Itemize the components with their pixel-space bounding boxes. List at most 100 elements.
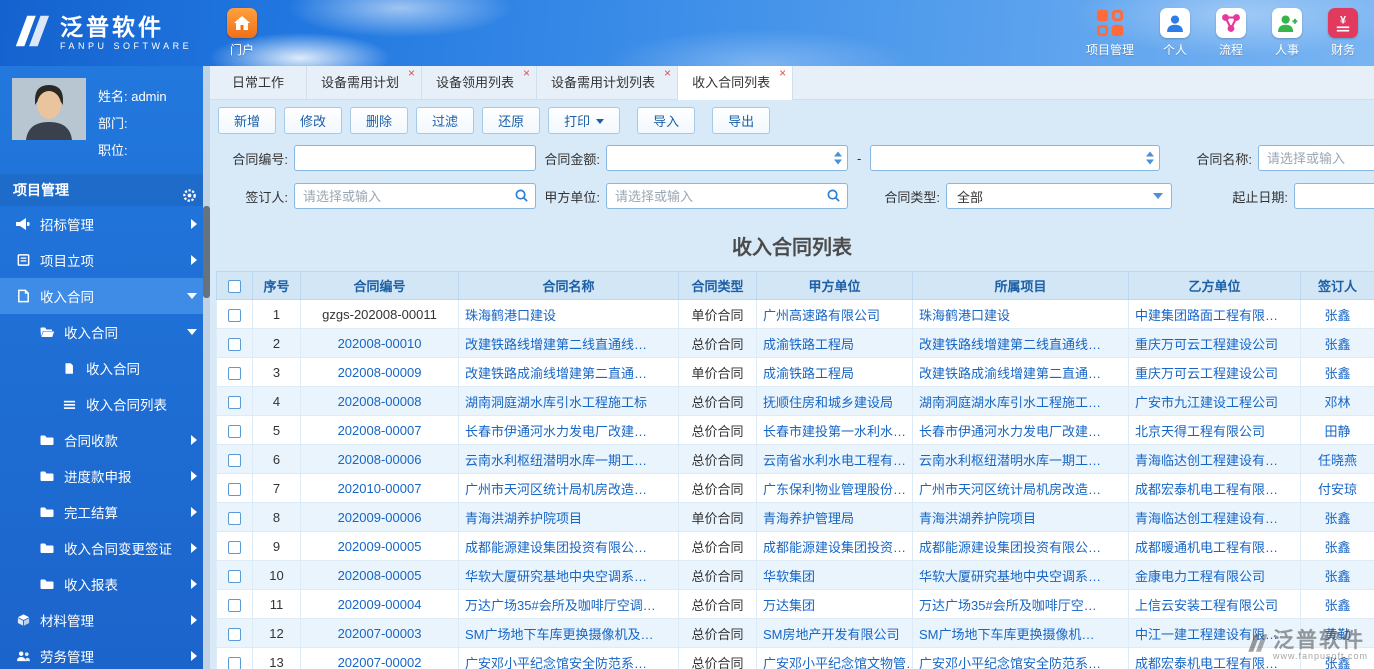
cell-name[interactable]: 改建铁路成渝线增建第二直通… [465, 366, 647, 381]
cell-name[interactable]: 万达广场35#会所及咖啡厅空调… [465, 598, 656, 613]
tab-close-icon[interactable]: × [664, 67, 671, 79]
sidebar-item-完工结算[interactable]: 完工结算 [0, 494, 210, 530]
cell-code[interactable]: 202008-00010 [338, 336, 422, 351]
contract-no-input[interactable] [294, 145, 536, 171]
row-checkbox[interactable] [228, 424, 241, 438]
cell-project[interactable]: 长春市伊通河水力发电厂改建… [919, 424, 1101, 439]
cell-code[interactable]: 202007-00002 [338, 655, 422, 669]
cell-party-a[interactable]: 青海养护管理局 [763, 511, 854, 526]
row-checkbox[interactable] [228, 395, 241, 409]
cell-party-a[interactable]: 长春市建投第一水利水… [763, 424, 906, 439]
sidebar-item-材料管理[interactable]: 材料管理 [0, 602, 210, 638]
cell-project[interactable]: SM广场地下车库更换摄像机… [919, 627, 1095, 642]
toolbar-button-打印[interactable]: 打印 [548, 107, 621, 134]
nav-process[interactable]: 流程 [1216, 8, 1246, 58]
cell-party-a[interactable]: 华软集团 [763, 569, 815, 584]
spinner-icon[interactable] [1146, 151, 1155, 165]
sidebar-item-收入合同[interactable]: 收入合同 [0, 314, 210, 350]
cell-name[interactable]: 青海洪湖养护院项目 [465, 511, 582, 526]
search-icon[interactable] [514, 188, 529, 208]
cell-name[interactable]: 珠海鹤港口建设 [465, 308, 556, 323]
tab-收入合同列表[interactable]: 收入合同列表 × [678, 66, 794, 100]
row-checkbox[interactable] [228, 656, 241, 669]
cell-project[interactable]: 湖南洞庭湖水库引水工程施工… [919, 395, 1101, 410]
row-checkbox[interactable] [228, 366, 241, 380]
tab-设备需用计划[interactable]: 设备需用计划 × [307, 66, 423, 100]
cell-party-a[interactable]: 万达集团 [763, 598, 815, 613]
portal-button[interactable]: 门户 [227, 8, 257, 58]
cell-party-a[interactable]: 成渝铁路工程局 [763, 366, 854, 381]
cell-party-b[interactable]: 重庆万可云工程建设公司 [1135, 366, 1278, 381]
spinner-icon[interactable] [834, 151, 842, 165]
cell-signer[interactable]: 张鑫 [1324, 337, 1350, 352]
row-checkbox[interactable] [228, 453, 241, 467]
cell-signer[interactable]: 张鑫 [1324, 366, 1350, 381]
tab-close-icon[interactable]: × [779, 67, 786, 79]
cell-signer[interactable]: 张鑫 [1324, 656, 1350, 669]
cell-signer[interactable]: 付安琼 [1318, 482, 1357, 497]
cell-party-b[interactable]: 成都宏泰机电工程有限… [1135, 482, 1278, 497]
cell-code[interactable]: 202008-00009 [338, 365, 422, 380]
nav-personal[interactable]: 个人 [1160, 8, 1190, 58]
cell-name[interactable]: 广州市天河区统计局机房改造… [465, 482, 647, 497]
cell-name[interactable]: 改建铁路线增建第二线直通线… [465, 337, 647, 352]
toolbar-button-新增[interactable]: 新增 [218, 107, 277, 134]
sidebar-item-收入合同[interactable]: 收入合同 [0, 278, 210, 314]
row-checkbox[interactable] [228, 627, 241, 641]
cell-party-b[interactable]: 成都暖通机电工程有限… [1135, 540, 1278, 555]
cell-party-b[interactable]: 青海临达创工程建设有… [1135, 453, 1278, 468]
cell-party-b[interactable]: 北京天得工程有限公司 [1135, 424, 1265, 439]
cell-code[interactable]: 202009-00005 [338, 539, 422, 554]
signer-input[interactable] [294, 183, 536, 209]
cell-party-a[interactable]: 广州高速路有限公司 [763, 308, 880, 323]
cell-code[interactable]: 202008-00007 [338, 423, 422, 438]
cell-code[interactable]: 202009-00004 [338, 597, 422, 612]
cell-party-a[interactable]: 成渝铁路工程局 [763, 337, 854, 352]
cell-code[interactable]: 202008-00005 [338, 568, 422, 583]
toolbar-button-删除[interactable]: 删除 [350, 107, 409, 134]
sidebar-item-进度款申报[interactable]: 进度款申报 [0, 458, 210, 494]
cell-project[interactable]: 改建铁路成渝线增建第二直通… [919, 366, 1101, 381]
toolbar-button-导出[interactable]: 导出 [712, 107, 771, 134]
tab-close-icon[interactable]: × [523, 67, 530, 79]
cell-signer[interactable]: 张鑫 [1324, 308, 1350, 323]
party-a-input[interactable] [606, 183, 848, 209]
row-checkbox[interactable] [228, 482, 241, 496]
cell-party-b[interactable]: 中江一建工程建设有限… [1135, 627, 1278, 642]
cell-party-b[interactable]: 重庆万可云工程建设公司 [1135, 337, 1278, 352]
scrollbar-thumb[interactable] [203, 206, 210, 298]
amount-from-input[interactable] [606, 145, 848, 171]
contract-type-select[interactable]: 全部 [946, 183, 1172, 209]
cell-party-b[interactable]: 青海临达创工程建设有… [1135, 511, 1278, 526]
sidebar-item-收入报表[interactable]: 收入报表 [0, 566, 210, 602]
sidebar-item-收入合同变更签证[interactable]: 收入合同变更签证 [0, 530, 210, 566]
cell-party-a[interactable]: SM房地产开发有限公司 [763, 627, 900, 642]
cell-name[interactable]: 广安邓小平纪念馆安全防范系… [465, 656, 647, 669]
sidebar-item-招标管理[interactable]: 招标管理 [0, 206, 210, 242]
cell-party-b[interactable]: 金康电力工程有限公司 [1135, 569, 1265, 584]
row-checkbox[interactable] [228, 511, 241, 525]
cell-name[interactable]: 湖南洞庭湖水库引水工程施工标 [465, 395, 647, 410]
cell-project[interactable]: 广安邓小平纪念馆安全防范系… [919, 656, 1101, 669]
cell-party-a[interactable]: 广安邓小平纪念馆文物管… [763, 656, 912, 669]
toolbar-button-修改[interactable]: 修改 [284, 107, 343, 134]
toolbar-button-还原[interactable]: 还原 [482, 107, 541, 134]
cell-signer[interactable]: 田静 [1324, 424, 1350, 439]
cell-signer[interactable]: 张鑫 [1324, 569, 1350, 584]
date-range-input[interactable] [1294, 183, 1374, 209]
select-all-checkbox[interactable] [228, 280, 241, 294]
cell-project[interactable]: 青海洪湖养护院项目 [919, 511, 1036, 526]
amount-to-input[interactable] [870, 145, 1161, 171]
cell-project[interactable]: 成都能源建设集团投资有限公… [919, 540, 1101, 555]
tab-close-icon[interactable]: × [408, 67, 415, 79]
cell-project[interactable]: 云南水利枢纽潜明水库一期工… [919, 453, 1101, 468]
sidebar-scrollbar[interactable] [203, 66, 210, 669]
cell-project[interactable]: 广州市天河区统计局机房改造… [919, 482, 1101, 497]
cell-name[interactable]: 云南水利枢纽潜明水库一期工… [465, 453, 647, 468]
cell-signer[interactable]: 任晓燕 [1318, 453, 1357, 468]
cell-signer[interactable]: 张鑫 [1324, 511, 1350, 526]
cell-party-b[interactable]: 上信云安装工程有限公司 [1135, 598, 1278, 613]
cell-party-b[interactable]: 广安市九江建设工程公司 [1135, 395, 1278, 410]
row-checkbox[interactable] [228, 308, 241, 322]
cell-name[interactable]: SM广场地下车库更换摄像机及… [465, 627, 654, 642]
